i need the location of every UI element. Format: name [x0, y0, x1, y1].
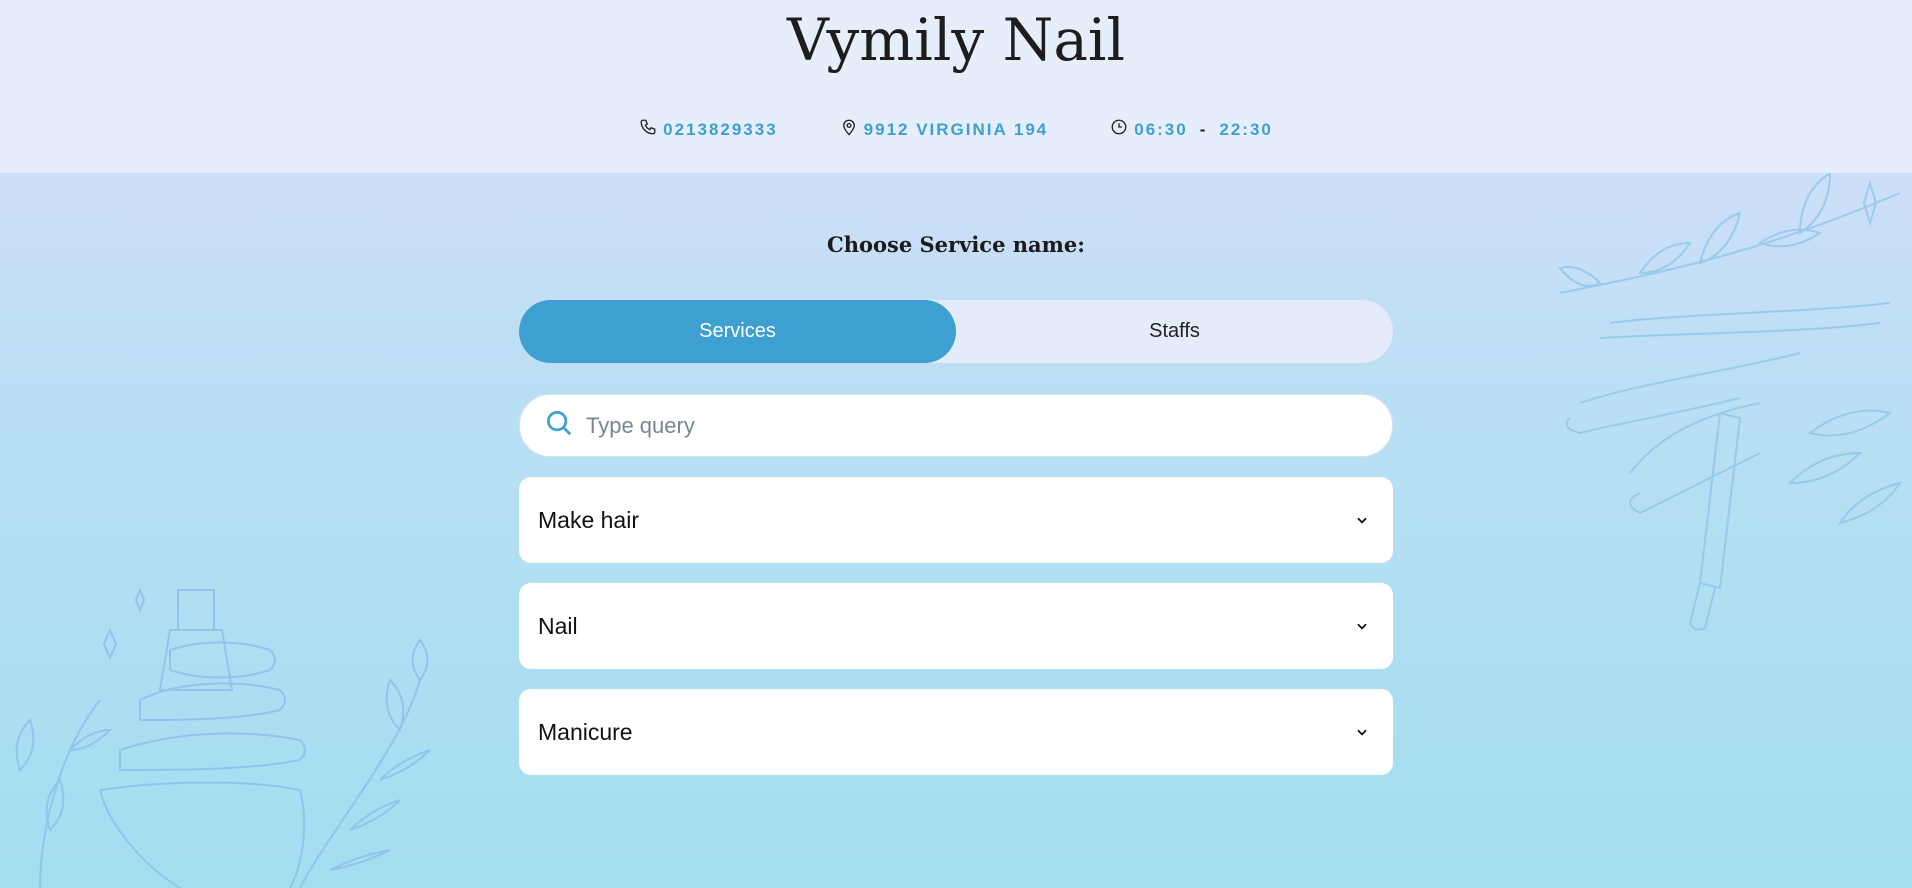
chevron-down-icon [1357, 517, 1367, 524]
hours-contact: 06:30 - 22:30 [1110, 118, 1273, 141]
hours-separator: - [1199, 119, 1208, 139]
brand-title: Vymily Nail [786, 6, 1126, 74]
search-icon [520, 408, 574, 443]
address-contact[interactable]: 9912 VIRGINIA 194 [840, 118, 1049, 141]
category-label: Nail [538, 612, 578, 639]
tab-services[interactable]: Services [519, 300, 956, 363]
tab-staffs[interactable]: Staffs [956, 300, 1393, 363]
category-label: Make hair [538, 506, 639, 533]
location-pin-icon [840, 118, 858, 141]
phone-contact[interactable]: 0213829333 [639, 118, 778, 141]
services-staffs-toggle: Services Staffs [519, 300, 1393, 363]
search-input[interactable] [584, 411, 1368, 440]
contact-bar: 0213829333 9912 VIRGINIA 194 06:30 - 22:… [0, 118, 1912, 141]
chevron-down-icon [1357, 729, 1367, 736]
header: Vymily Nail 0213829333 9912 VIRGINIA 194… [0, 0, 1912, 173]
hours-open: 06:30 [1134, 119, 1188, 139]
phone-number[interactable]: 0213829333 [663, 120, 778, 140]
clock-icon [1110, 118, 1128, 141]
nail-polish-hand-illustration [15, 587, 431, 888]
chevron-down-icon [1357, 623, 1367, 630]
category-label: Manicure [538, 718, 633, 745]
hours-close: 22:30 [1219, 119, 1273, 139]
address-text[interactable]: 9912 VIRGINIA 194 [864, 120, 1049, 140]
phone-icon [639, 118, 657, 141]
category-make-hair[interactable]: Make hair [519, 477, 1393, 563]
category-manicure[interactable]: Manicure [519, 689, 1393, 775]
page-title: Choose Service name: [827, 232, 1085, 257]
category-nail[interactable]: Nail [519, 583, 1393, 669]
search-box[interactable] [519, 394, 1393, 457]
